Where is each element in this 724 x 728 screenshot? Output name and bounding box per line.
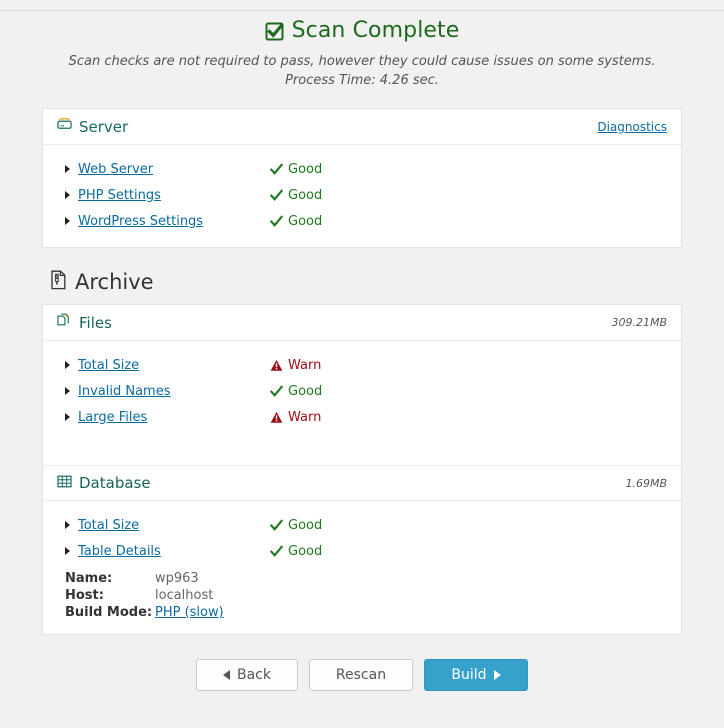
files-size: 309.21MB: [611, 316, 667, 329]
status-text: Warn: [288, 410, 321, 425]
meta-row-build-mode: Build Mode: PHP (slow): [65, 604, 681, 621]
archive-heading-text: Archive: [75, 270, 154, 294]
build-button[interactable]: Build: [424, 659, 528, 691]
files-copy-icon: [57, 313, 72, 333]
page-title: Scan Complete: [0, 18, 724, 44]
check-icon: [270, 215, 283, 228]
scan-subtitle-line1: Scan checks are not required to pass, ho…: [69, 54, 656, 69]
row-link-invalid-names[interactable]: Invalid Names: [78, 384, 270, 399]
archive-panel: Files 309.21MB Total Size Warn: [42, 304, 682, 635]
meta-value-build-mode-link[interactable]: PHP (slow): [155, 604, 224, 621]
server-icon: [57, 117, 72, 136]
check-row-invalid-names[interactable]: Invalid Names Good: [43, 378, 681, 404]
check-icon: [270, 189, 283, 202]
check-icon: [270, 519, 283, 532]
expand-triangle-icon[interactable]: [65, 413, 70, 421]
diagnostics-link[interactable]: Diagnostics: [597, 120, 667, 134]
check-icon: [270, 545, 283, 558]
top-divider: [0, 10, 724, 11]
status-text: Warn: [288, 358, 321, 373]
check-icon: [270, 385, 283, 398]
row-link-web-server[interactable]: Web Server: [78, 162, 270, 177]
server-panel-header: Server Diagnostics: [43, 109, 681, 145]
row-link-php-settings[interactable]: PHP Settings: [78, 188, 270, 203]
status-badge-db-total-size: Good: [270, 518, 322, 533]
section-spacer: [43, 443, 681, 465]
content-wrap: Server Diagnostics Web Server Good PHP S…: [42, 108, 682, 691]
warning-triangle-icon: [270, 359, 283, 372]
page-title-text: Scan Complete: [292, 18, 460, 44]
check-row-files-total-size[interactable]: Total Size Warn: [43, 352, 681, 378]
server-panel: Server Diagnostics Web Server Good PHP S…: [42, 108, 682, 248]
warning-triangle-icon: [270, 411, 283, 424]
process-time: Process Time: 4.26 sec.: [0, 71, 724, 90]
database-meta: Name: wp963 Host: localhost Build Mode: …: [43, 564, 681, 621]
meta-value-name: wp963: [155, 570, 199, 587]
meta-row-name: Name: wp963: [65, 570, 681, 587]
check-row-web-server[interactable]: Web Server Good: [43, 156, 681, 182]
database-section-header: Database 1.69MB: [43, 465, 681, 501]
check-row-php-settings[interactable]: PHP Settings Good: [43, 182, 681, 208]
scan-header: Scan Complete Scan checks are not requir…: [0, 0, 724, 90]
arrow-left-icon: [223, 670, 230, 680]
row-link-large-files[interactable]: Large Files: [78, 410, 270, 425]
status-badge-web-server: Good: [270, 162, 322, 177]
status-badge-large-files: Warn: [270, 410, 321, 425]
status-badge-invalid-names: Good: [270, 384, 322, 399]
status-badge-wordpress-settings: Good: [270, 214, 322, 229]
rescan-button-label: Rescan: [336, 667, 386, 683]
rescan-button[interactable]: Rescan: [309, 659, 413, 691]
check-row-wordpress-settings[interactable]: WordPress Settings Good: [43, 208, 681, 234]
scan-subtitle: Scan checks are not required to pass, ho…: [0, 52, 724, 90]
row-link-db-total-size[interactable]: Total Size: [78, 518, 270, 533]
status-badge-php-settings: Good: [270, 188, 322, 203]
row-link-wordpress-settings[interactable]: WordPress Settings: [78, 214, 270, 229]
status-badge-files-total-size: Warn: [270, 358, 321, 373]
check-row-table-details[interactable]: Table Details Good: [43, 538, 681, 564]
check-square-icon: [265, 21, 285, 41]
database-size: 1.69MB: [625, 477, 667, 490]
footer-actions: Back Rescan Build: [42, 659, 682, 691]
archive-heading: Archive: [50, 270, 682, 294]
row-link-files-total-size[interactable]: Total Size: [78, 358, 270, 373]
check-row-db-total-size[interactable]: Total Size Good: [43, 512, 681, 538]
meta-row-host: Host: localhost: [65, 587, 681, 604]
expand-triangle-icon[interactable]: [65, 387, 70, 395]
meta-key-build-mode: Build Mode:: [65, 604, 155, 621]
status-text: Good: [288, 214, 322, 229]
check-icon: [270, 163, 283, 176]
back-button-label: Back: [237, 667, 271, 683]
build-button-label: Build: [451, 667, 486, 683]
expand-triangle-icon[interactable]: [65, 521, 70, 529]
back-button[interactable]: Back: [196, 659, 298, 691]
status-text: Good: [288, 544, 322, 559]
expand-triangle-icon[interactable]: [65, 547, 70, 555]
expand-triangle-icon[interactable]: [65, 191, 70, 199]
status-text: Good: [288, 188, 322, 203]
arrow-right-icon: [494, 670, 501, 680]
server-panel-title: Server: [79, 118, 128, 136]
database-section-body: Total Size Good Table Details Good: [43, 501, 681, 634]
check-row-large-files[interactable]: Large Files Warn: [43, 404, 681, 430]
row-link-table-details[interactable]: Table Details: [78, 544, 270, 559]
files-section-title: Files: [79, 314, 112, 332]
database-table-icon: [57, 474, 72, 493]
status-text: Good: [288, 384, 322, 399]
meta-key-name: Name:: [65, 570, 155, 587]
expand-triangle-icon[interactable]: [65, 165, 70, 173]
files-section-body: Total Size Warn Invalid Names: [43, 341, 681, 443]
server-panel-body: Web Server Good PHP Settings Good: [43, 145, 681, 247]
archive-zip-icon: [50, 270, 67, 294]
expand-triangle-icon[interactable]: [65, 217, 70, 225]
status-badge-table-details: Good: [270, 544, 322, 559]
database-section-title: Database: [79, 474, 151, 492]
expand-triangle-icon[interactable]: [65, 361, 70, 369]
status-text: Good: [288, 162, 322, 177]
files-section-header: Files 309.21MB: [43, 305, 681, 341]
meta-key-host: Host:: [65, 587, 155, 604]
meta-value-host: localhost: [155, 587, 213, 604]
status-text: Good: [288, 518, 322, 533]
